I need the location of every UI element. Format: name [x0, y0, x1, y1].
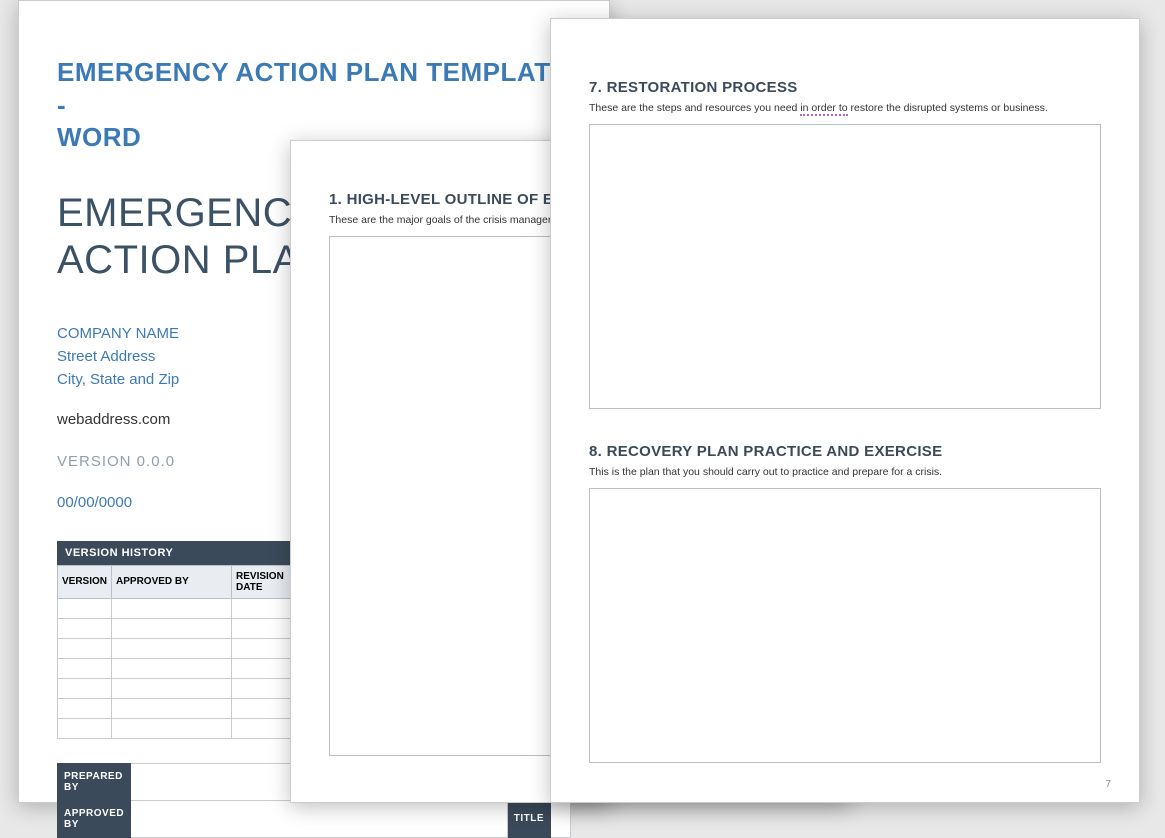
- section-7-desc-a: These are the steps and resources you ne…: [589, 102, 800, 114]
- document-title-line1: EMERGENCY ACTION PLAN TEMPLATE -: [57, 57, 568, 120]
- label-approved-by: APPROVED BY: [58, 800, 131, 837]
- page-number: 7: [1105, 779, 1111, 790]
- cell-approved-by: [131, 800, 508, 837]
- document-title: EMERGENCY ACTION PLAN TEMPLATE - WORD: [57, 56, 571, 154]
- section-8-content-box: [589, 488, 1101, 763]
- main-heading-line1: EMERGENCY: [57, 191, 319, 235]
- document-title-line2: WORD: [57, 122, 141, 152]
- section-7-description: These are the steps and resources you ne…: [589, 102, 1101, 114]
- label-prepared-by: PREPARED BY: [58, 763, 131, 800]
- document-page-3: 7. RESTORATION PROCESS These are the ste…: [550, 18, 1140, 803]
- signature-row-approved: APPROVED BY TITLE: [58, 800, 571, 837]
- section-8-heading: 8. RECOVERY PLAN PRACTICE AND EXERCISE: [589, 443, 1101, 460]
- section-7-content-box: [589, 124, 1101, 409]
- section-8-description: This is the plan that you should carry o…: [589, 466, 1101, 478]
- main-heading-line2: ACTION PLAN: [57, 238, 329, 282]
- col-approved-by: APPROVED BY: [112, 565, 232, 598]
- section-7-heading: 7. RESTORATION PROCESS: [589, 79, 1101, 96]
- cell-title: [551, 800, 571, 837]
- col-version: VERSION: [58, 565, 112, 598]
- label-title: TITLE: [507, 800, 550, 837]
- section-7-desc-b: restore the disrupted systems or busines…: [848, 102, 1048, 114]
- section-7-desc-squiggle: in order to: [800, 102, 847, 116]
